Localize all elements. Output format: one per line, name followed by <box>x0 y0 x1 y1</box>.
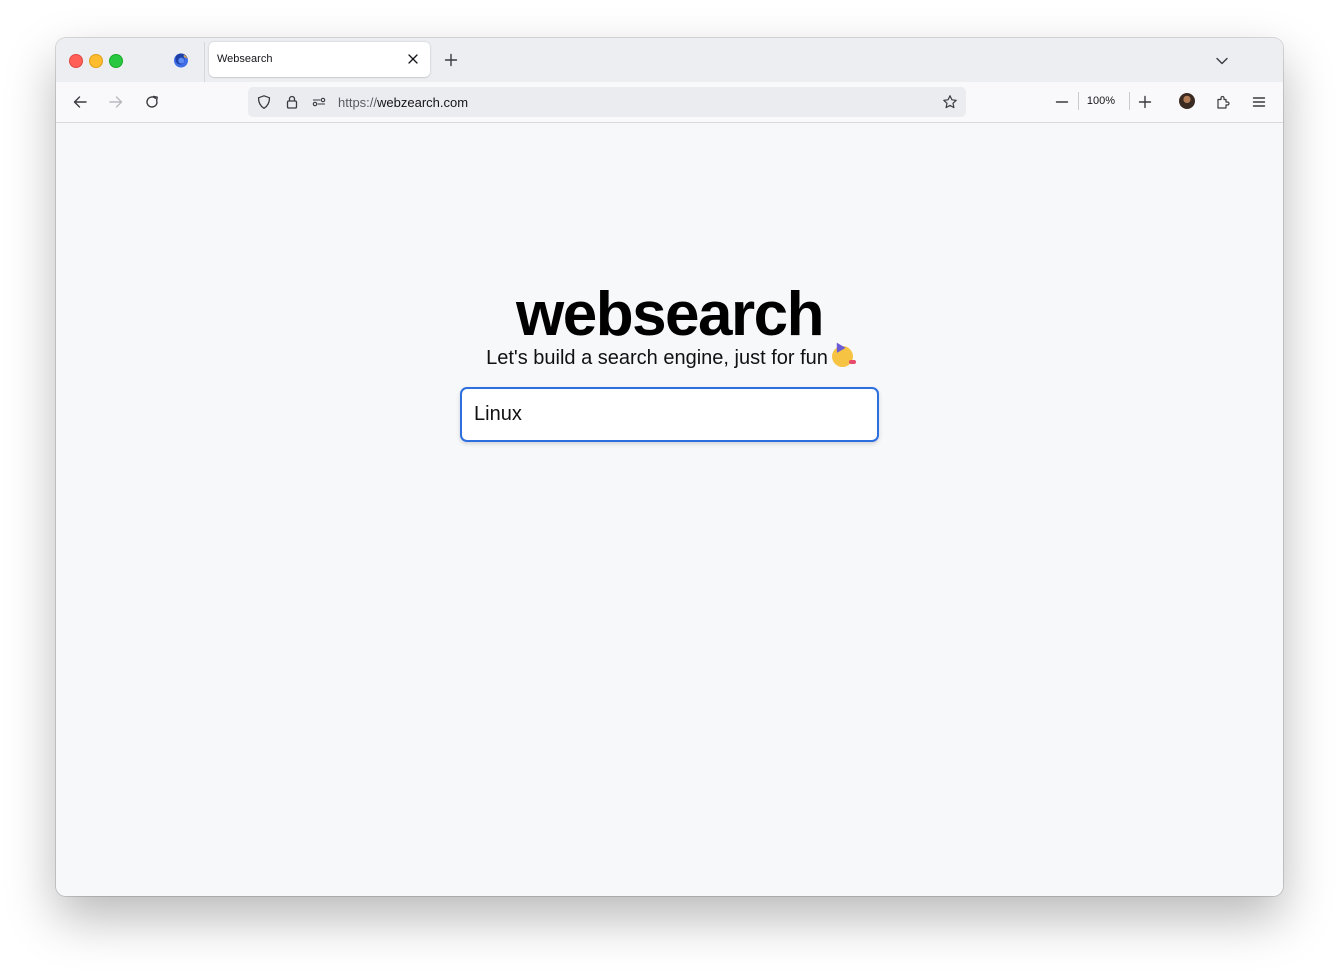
shield-icon[interactable] <box>256 94 272 110</box>
zoom-out-icon[interactable] <box>1054 94 1070 110</box>
chevron-down-icon[interactable] <box>1214 53 1230 69</box>
url-host: webzearch.com <box>377 95 469 110</box>
zoom-in-icon[interactable] <box>1137 94 1153 110</box>
tab-separator <box>204 42 205 82</box>
search-input[interactable] <box>462 389 877 440</box>
tagline: Let's build a search engine, just for fu… <box>56 345 1283 371</box>
browser-window: Websearch https://webzearch.com 100% web… <box>56 38 1283 896</box>
permissions-icon[interactable] <box>311 94 327 110</box>
tab-websearch[interactable]: Websearch <box>209 42 430 77</box>
close-icon[interactable] <box>406 52 420 66</box>
extensions-icon[interactable] <box>1215 94 1231 110</box>
window-close-button[interactable] <box>69 54 83 68</box>
plus-icon[interactable] <box>443 52 459 68</box>
page-content: websearch Let's build a search engine, j… <box>56 123 1283 896</box>
account-avatar[interactable] <box>1179 93 1195 109</box>
url-scheme: https:// <box>338 95 378 110</box>
search-box[interactable] <box>460 387 879 442</box>
back-arrow-icon[interactable] <box>72 94 88 110</box>
hamburger-menu-icon[interactable] <box>1251 94 1267 110</box>
star-icon[interactable] <box>942 94 958 110</box>
zoom-level[interactable]: 100% <box>1078 95 1124 107</box>
url-text[interactable]: https://webzearch.com <box>338 95 468 110</box>
tagline-text: Let's build a search engine, just for fu… <box>486 347 828 369</box>
tab-title: Websearch <box>217 53 273 65</box>
reload-icon[interactable] <box>144 94 160 110</box>
tab-bar: Websearch <box>56 38 1283 82</box>
lock-icon[interactable] <box>284 94 300 110</box>
window-maximize-button[interactable] <box>109 54 123 68</box>
site-logo: websearch <box>515 280 825 349</box>
window-minimize-button[interactable] <box>89 54 103 68</box>
forward-arrow-icon[interactable] <box>108 94 124 110</box>
partying-face-icon <box>831 346 856 367</box>
zoom-separator <box>1129 92 1130 110</box>
url-bar[interactable]: https://webzearch.com <box>248 87 966 117</box>
firefox-logo-icon[interactable] <box>173 52 189 68</box>
navigation-toolbar: https://webzearch.com 100% <box>56 82 1283 123</box>
